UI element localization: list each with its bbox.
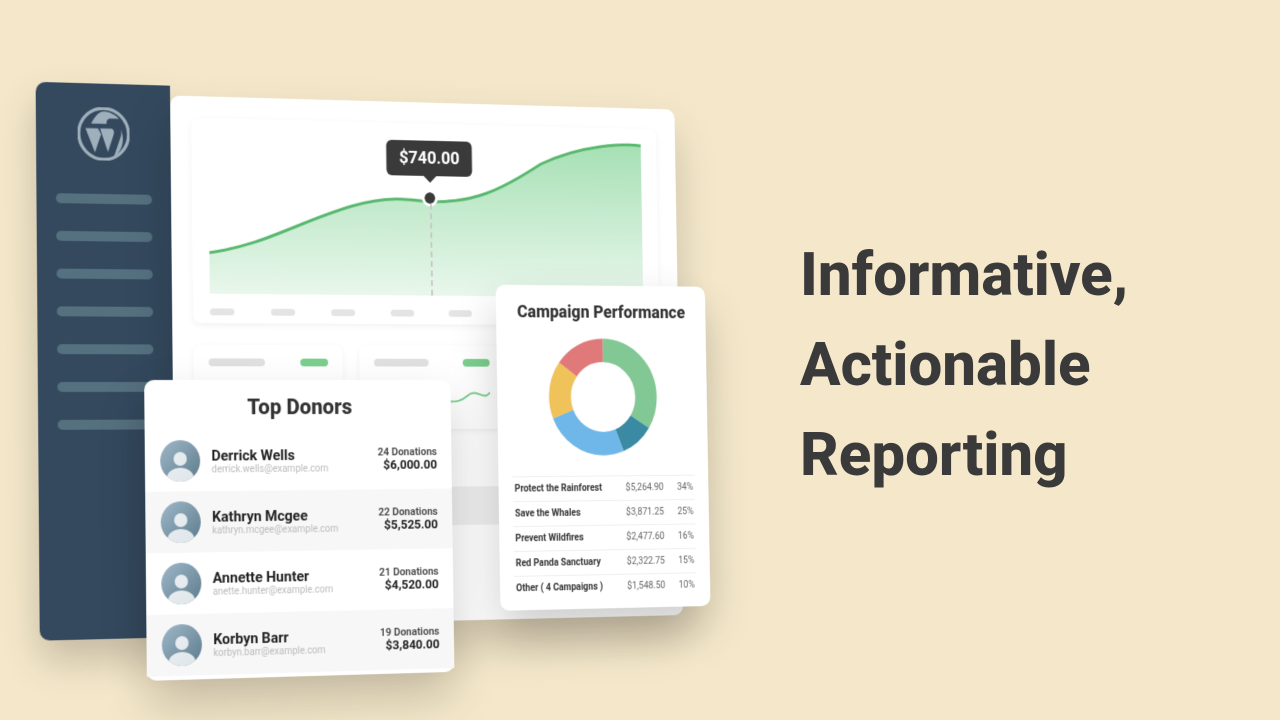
wordpress-logo-icon [51, 106, 155, 162]
donor-amount: $3,840.00 [380, 637, 440, 653]
campaign-amount: $1,548.50 [615, 580, 666, 591]
campaign-percent: 15% [665, 555, 694, 566]
campaign-name: Red Panda Sanctuary [516, 557, 615, 569]
dashboard-mockup: $740.00 $740 48 [28, 82, 712, 682]
donor-amount: $6,000.00 [378, 458, 438, 473]
campaign-amount: $5,264.90 [613, 482, 664, 493]
donor-donation-count: 22 Donations [378, 505, 438, 518]
campaign-performance-card: Campaign Performance Protect the Rainfor… [496, 285, 711, 611]
donor-amount: $5,525.00 [378, 518, 438, 533]
donor-row[interactable]: Annette Hunter anette.hunter@example.com… [146, 548, 454, 615]
donor-donation-count: 24 Donations [377, 445, 437, 458]
sidebar-item[interactable] [58, 420, 155, 430]
avatar [160, 440, 200, 482]
sidebar-item[interactable] [56, 269, 152, 280]
sidebar-item[interactable] [56, 231, 152, 242]
chart-tooltip: $740.00 [386, 140, 472, 177]
campaign-name: Protect the Rainforest [515, 483, 614, 495]
donor-row[interactable]: Korbyn Barr korbyn.barr@example.com 19 D… [146, 608, 454, 677]
campaign-row[interactable]: Save the Whales $3,871.25 25% [513, 499, 695, 526]
campaign-name: Prevent Wildfires [515, 532, 614, 544]
donor-donation-count: 21 Donations [379, 565, 439, 579]
sidebar-item[interactable] [57, 382, 153, 392]
sidebar-item[interactable] [57, 306, 153, 317]
donor-email: derrick.wells@example.com [212, 463, 367, 475]
donor-name: Derrick Wells [211, 445, 366, 464]
campaign-percent: 16% [664, 531, 693, 542]
campaign-amount: $2,322.75 [614, 556, 665, 567]
chart-data-point [424, 192, 435, 204]
top-donors-card: Top Donors Derrick Wells derrick.wells@e… [144, 380, 454, 681]
campaign-row[interactable]: Other ( 4 Campaigns ) $1,548.50 10% [514, 572, 696, 601]
donor-name: Kathryn Mcgee [212, 505, 367, 525]
campaign-percent: 34% [664, 482, 693, 493]
campaign-name: Save the Whales [515, 508, 614, 520]
top-donors-title: Top Donors [144, 395, 451, 420]
avatar [161, 501, 201, 543]
sidebar-item[interactable] [56, 193, 152, 205]
campaign-row[interactable]: Protect the Rainforest $5,264.90 34% [513, 475, 695, 502]
avatar [162, 624, 202, 667]
campaign-donut-chart [545, 335, 660, 459]
headline-text: Informative,ActionableReporting [800, 230, 1128, 500]
sidebar-item[interactable] [57, 344, 153, 354]
campaign-title: Campaign Performance [510, 302, 692, 323]
donor-row[interactable]: Kathryn Mcgee kathryn.mcgee@example.com … [145, 489, 453, 554]
donor-email: kathryn.mcgee@example.com [212, 523, 367, 536]
campaign-percent: 25% [664, 507, 693, 518]
campaign-name: Other ( 4 Campaigns ) [516, 582, 615, 595]
campaign-row[interactable]: Red Panda Sanctuary $2,322.75 15% [514, 548, 696, 576]
donor-row[interactable]: Derrick Wells derrick.wells@example.com … [145, 429, 452, 492]
campaign-percent: 10% [665, 580, 694, 591]
campaign-amount: $2,477.60 [614, 531, 665, 542]
campaign-amount: $3,871.25 [614, 507, 665, 518]
avatar [161, 562, 201, 604]
campaign-row[interactable]: Prevent Wildfires $2,477.60 16% [513, 523, 695, 551]
donor-amount: $4,520.00 [379, 577, 439, 593]
